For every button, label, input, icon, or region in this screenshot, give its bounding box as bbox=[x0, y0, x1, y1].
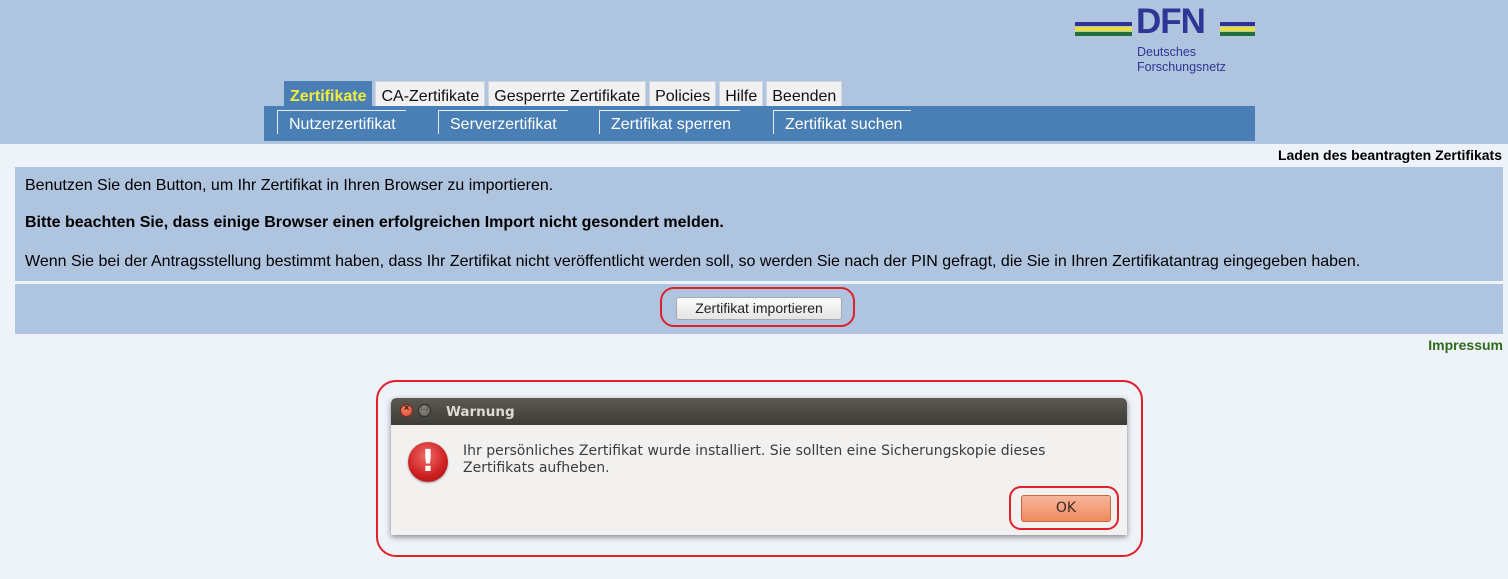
logo-subtitle-line2: Forschungsnetz bbox=[1137, 60, 1226, 74]
warning-exclamation-icon: ! bbox=[408, 442, 448, 482]
tab-hilfe[interactable]: Hilfe bbox=[719, 81, 764, 107]
main-tabs: Zertifikate CA-Zertifikate Gesperrte Zer… bbox=[284, 81, 843, 107]
info-text-2: Bitte beachten Sie, dass einige Browser … bbox=[25, 214, 724, 231]
close-icon: × bbox=[403, 403, 410, 414]
tab-ca-zertifikate[interactable]: CA-Zertifikate bbox=[375, 81, 486, 107]
page-title: Laden des beantragten Zertifikats bbox=[1277, 147, 1502, 163]
page-header: DFN Deutsches Forschungsnetz Zertifikate… bbox=[0, 0, 1508, 144]
logo-stripes-right bbox=[1220, 22, 1255, 40]
dialog-maximize-button[interactable]: □ bbox=[418, 402, 431, 417]
tab-beenden[interactable]: Beenden bbox=[766, 81, 843, 107]
dialog-title: Warnung bbox=[446, 404, 515, 420]
info-panel: Benutzen Sie den Button, um Ihr Zertifik… bbox=[15, 167, 1503, 281]
impressum-link[interactable]: Impressum bbox=[1428, 337, 1503, 353]
import-certificate-button[interactable]: Zertifikat importieren bbox=[676, 297, 842, 320]
dialog-close-button[interactable]: × bbox=[400, 403, 413, 417]
subnav-zertifikat-suchen[interactable]: Zertifikat suchen bbox=[773, 110, 911, 134]
tab-policies[interactable]: Policies bbox=[649, 81, 717, 107]
subnav-nutzerzertifikat[interactable]: Nutzerzertifikat bbox=[277, 110, 406, 134]
subnav-serverzertifikat[interactable]: Serverzertifikat bbox=[438, 110, 568, 134]
sub-navigation: Nutzerzertifikat Serverzertifikat Zertif… bbox=[264, 106, 1255, 141]
logo-subtitle-line1: Deutsches bbox=[1137, 45, 1197, 59]
import-button-panel: Zertifikat importieren bbox=[15, 284, 1503, 334]
warning-dialog: × □ Warnung ! Ihr persönliches Zertifika… bbox=[391, 398, 1127, 535]
subnav-zertifikat-sperren[interactable]: Zertifikat sperren bbox=[599, 110, 740, 134]
tab-zertifikate[interactable]: Zertifikate bbox=[284, 81, 373, 107]
tab-gesperrte-zertifikate[interactable]: Gesperrte Zertifikate bbox=[488, 81, 647, 107]
dialog-message: Ihr persönliches Zertifikat wurde instal… bbox=[463, 443, 1046, 476]
dialog-titlebar: × □ Warnung bbox=[391, 398, 1127, 425]
info-text-3: Wenn Sie bei der Antragsstellung bestimm… bbox=[25, 253, 1361, 270]
ok-button[interactable]: OK bbox=[1021, 495, 1111, 522]
logo-word: DFN bbox=[1136, 2, 1206, 41]
maximize-icon: □ bbox=[421, 402, 428, 413]
logo-subtitle: Deutsches Forschungsnetz bbox=[1137, 45, 1226, 75]
logo-stripes-left bbox=[1075, 22, 1132, 40]
dfn-logo: DFN Deutsches Forschungsnetz bbox=[1074, 2, 1256, 78]
info-text-1: Benutzen Sie den Button, um Ihr Zertifik… bbox=[25, 177, 554, 194]
